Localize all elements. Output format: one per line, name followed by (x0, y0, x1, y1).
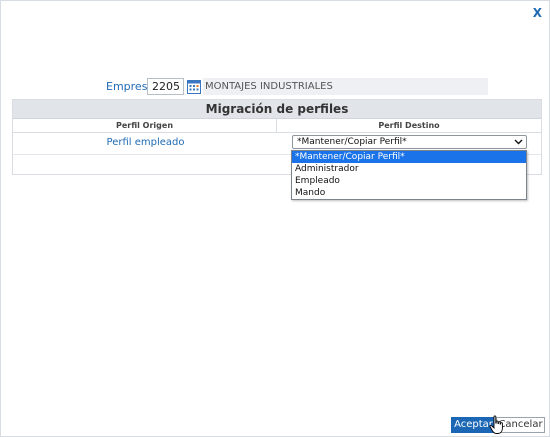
migration-dialog: X Empresa 2205 MONTAJES INDUSTRIALES Mig… (0, 0, 550, 437)
destination-profile-dropdown: *Mantener/Copiar Perfil* Administrador E… (291, 150, 527, 200)
dropdown-option[interactable]: Empleado (292, 175, 526, 187)
select-value: *Mantener/Copiar Perfil* (297, 137, 407, 147)
dropdown-option[interactable]: Administrador (292, 163, 526, 175)
origin-profile-label: Perfil empleado (106, 137, 185, 148)
dropdown-option[interactable]: Mando (292, 187, 526, 199)
column-headers: Perfil Origen Perfil Destino (13, 119, 541, 133)
column-header-destination: Perfil Destino (378, 121, 440, 130)
hand-pointer-icon (489, 415, 505, 435)
calendar-grid-icon[interactable] (187, 79, 201, 94)
close-button[interactable]: X (533, 6, 542, 20)
destination-profile-select[interactable]: *Mantener/Copiar Perfil* (292, 135, 527, 149)
empresa-name-field: MONTAJES INDUSTRIALES (203, 78, 488, 95)
empresa-row: Empresa 2205 MONTAJES INDUSTRIALES (1, 78, 550, 96)
column-header-origin: Perfil Origen (13, 119, 277, 132)
empresa-code-input[interactable]: 2205 (147, 78, 184, 95)
panel-title: Migración de perfiles (13, 100, 541, 119)
dropdown-option[interactable]: *Mantener/Copiar Perfil* (292, 151, 526, 163)
